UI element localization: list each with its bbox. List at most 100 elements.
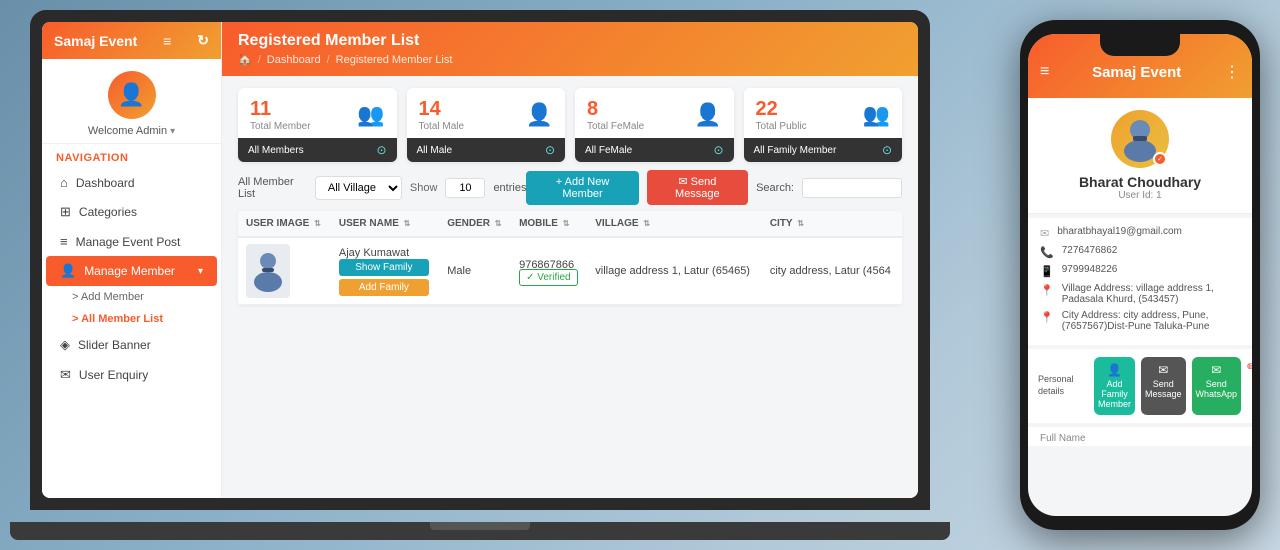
refresh-icon[interactable]: ↻ [197, 32, 209, 49]
cell-gender: Male [439, 237, 511, 305]
breadcrumb-dashboard[interactable]: Dashboard [267, 54, 321, 66]
app-logo-text: Samaj Event [54, 33, 137, 49]
phone-body: ≡ Samaj Event ⋮ ✓ Bharat Choudhary User … [1020, 20, 1260, 530]
profile-verified-badge: ✓ [1153, 152, 1167, 166]
whatsapp-btn-label: Send WhatsApp [1196, 379, 1238, 399]
sidebar-item-manage-event-post[interactable]: ≡ Manage Event Post [46, 227, 217, 256]
sidebar-item-categories[interactable]: ⊞ Categories [46, 197, 217, 227]
sub-item-label: All Member List [81, 313, 163, 325]
send-whatsapp-button[interactable]: ✉ Send WhatsApp [1192, 357, 1242, 415]
send-message-button[interactable]: ✉ Send Message [647, 170, 748, 205]
user-dropdown-arrow[interactable]: ▾ [170, 126, 175, 137]
search-input[interactable] [802, 178, 902, 198]
contact-phone2: 📱 9799948226 [1040, 264, 1240, 278]
breadcrumb-current: Registered Member List [336, 54, 453, 66]
sidebar-item-manage-member[interactable]: 👤 Manage Member ▾ [46, 256, 217, 286]
action-bar: Personal details 👤 Add Family Member ✉ S… [1028, 349, 1252, 423]
village-address-value: Village Address: village address 1, Pada… [1062, 283, 1240, 305]
check-icon: ⊙ [713, 143, 723, 157]
location2-icon: 📍 [1040, 311, 1054, 324]
chevron-down-icon: ▾ [198, 266, 203, 277]
sidebar-subitem-all-member-list[interactable]: All Member List [42, 308, 221, 330]
sidebar-item-slider-banner[interactable]: ◈ Slider Banner [46, 330, 217, 360]
sidebar-subitem-add-member[interactable]: Add Member [42, 286, 221, 308]
sidebar-item-label: User Enquiry [79, 368, 148, 382]
check-icon: ⊙ [545, 143, 555, 157]
col-user-image: USER IMAGE ⇅ [238, 211, 331, 237]
contact-village-address: 📍 Village Address: village address 1, Pa… [1040, 283, 1240, 305]
send-msg-btn-label: Send Message [1145, 379, 1182, 399]
sidebar-item-user-enquiry[interactable]: ✉ User Enquiry [46, 360, 217, 390]
page-header: Registered Member List 🏠 / Dashboard / R… [222, 22, 918, 76]
stat-card-bottom[interactable]: All Male ⊙ [407, 138, 566, 162]
grid-icon: ⊞ [60, 204, 71, 220]
stat-number: 14 [419, 98, 465, 121]
contact-list: ✉ bharatbhayal19@gmail.com 📞 7276476862 … [1028, 218, 1252, 345]
entries-label: entries [493, 182, 526, 194]
family-icon: 👥 [863, 102, 890, 128]
welcome-text: Welcome Admin [88, 125, 167, 137]
stats-row: 11 Total Member 👥 All Members ⊙ [222, 76, 918, 170]
phone-notch [1100, 34, 1180, 56]
entries-input[interactable] [445, 178, 485, 198]
add-family-button[interactable]: Add Family [339, 279, 429, 296]
list-icon: ≡ [60, 234, 68, 249]
table-row: Ajay Kumawat Show Family Add Family Male… [238, 237, 902, 305]
stat-label: Total Public [756, 121, 807, 132]
phone-more-icon[interactable]: ⋮ [1224, 62, 1240, 82]
page-title: Registered Member List [238, 32, 902, 50]
sidebar-item-label: Categories [79, 205, 137, 219]
stat-number: 22 [756, 98, 807, 121]
sidebar: Samaj Event ≡ ↻ 👤 Welcome Admin ▾ Naviga… [42, 22, 222, 498]
add-person-icon: 👤 [1107, 363, 1122, 377]
phone-app-title: Samaj Event [1049, 64, 1224, 81]
mobile-icon: 📱 [1040, 265, 1054, 278]
table-controls-left: All Member List All Village Show entries [238, 176, 526, 200]
phone2-value: 9799948226 [1062, 264, 1118, 275]
village-filter-select[interactable]: All Village [315, 176, 402, 200]
search-label: Search: [756, 182, 794, 194]
sidebar-item-dashboard[interactable]: ⌂ Dashboard [46, 168, 217, 197]
home-icon: ⌂ [60, 175, 68, 190]
col-village: VILLAGE ⇅ [587, 211, 762, 237]
stat-card-bottom[interactable]: All Members ⊙ [238, 138, 397, 162]
cell-city: city address, Latur (4564 [762, 237, 902, 305]
table-controls-right: + Add New Member ✉ Send Message Search: [526, 170, 902, 205]
male-icon: 👤 [526, 102, 553, 128]
stat-card-total-female: 8 Total FeMale 👤 All FeMale ⊙ [575, 88, 734, 162]
add-new-member-button[interactable]: + Add New Member [526, 171, 638, 205]
stat-card-bottom[interactable]: All FeMale ⊙ [575, 138, 734, 162]
sidebar-item-label: Manage Event Post [76, 235, 181, 249]
user-icon: 👤 [60, 263, 76, 279]
stat-card-total-male: 14 Total Male 👤 All Male ⊙ [407, 88, 566, 162]
contact-phone1: 📞 7276476862 [1040, 245, 1240, 259]
table-controls: All Member List All Village Show entries… [238, 170, 902, 205]
nav-section-label: Navigation [42, 144, 221, 168]
show-family-button[interactable]: Show Family [339, 259, 429, 276]
col-user-name: USER NAME ⇅ [331, 211, 439, 237]
col-mobile: MOBILE ⇅ [511, 211, 587, 237]
hamburger-icon[interactable]: ≡ [163, 33, 171, 49]
stat-bottom-label: All Male [417, 145, 453, 156]
cell-user-name: Ajay Kumawat Show Family Add Family [331, 237, 439, 305]
add-family-member-button[interactable]: 👤 Add Family Member [1094, 357, 1135, 415]
stat-bottom-label: All FeMale [585, 145, 632, 156]
stat-card-bottom[interactable]: All Family Member ⊙ [744, 138, 903, 162]
users-icon: 👥 [357, 102, 384, 128]
action-bar-label: Personal details [1038, 357, 1088, 415]
whatsapp-icon: ✉ [1211, 363, 1221, 377]
female-icon: 👤 [694, 102, 721, 128]
send-message-phone-button[interactable]: ✉ Send Message [1141, 357, 1186, 415]
edit-icon[interactable]: ✏ [1247, 357, 1252, 415]
phone-screen: ≡ Samaj Event ⋮ ✓ Bharat Choudhary User … [1028, 34, 1252, 516]
user-profile-section: 👤 Welcome Admin ▾ [42, 59, 221, 144]
member-name: Ajay Kumawat [339, 247, 431, 259]
profile-avatar-ring: ✓ [1111, 110, 1169, 168]
email-icon: ✉ [1040, 227, 1049, 240]
table-area: All Member List All Village Show entries… [222, 170, 918, 498]
mail-icon: ✉ [60, 367, 71, 383]
check-icon: ⊙ [376, 143, 386, 157]
profile-name: Bharat Choudhary [1079, 174, 1201, 190]
phone-menu-icon[interactable]: ≡ [1040, 63, 1049, 81]
cell-user-image [238, 237, 331, 305]
